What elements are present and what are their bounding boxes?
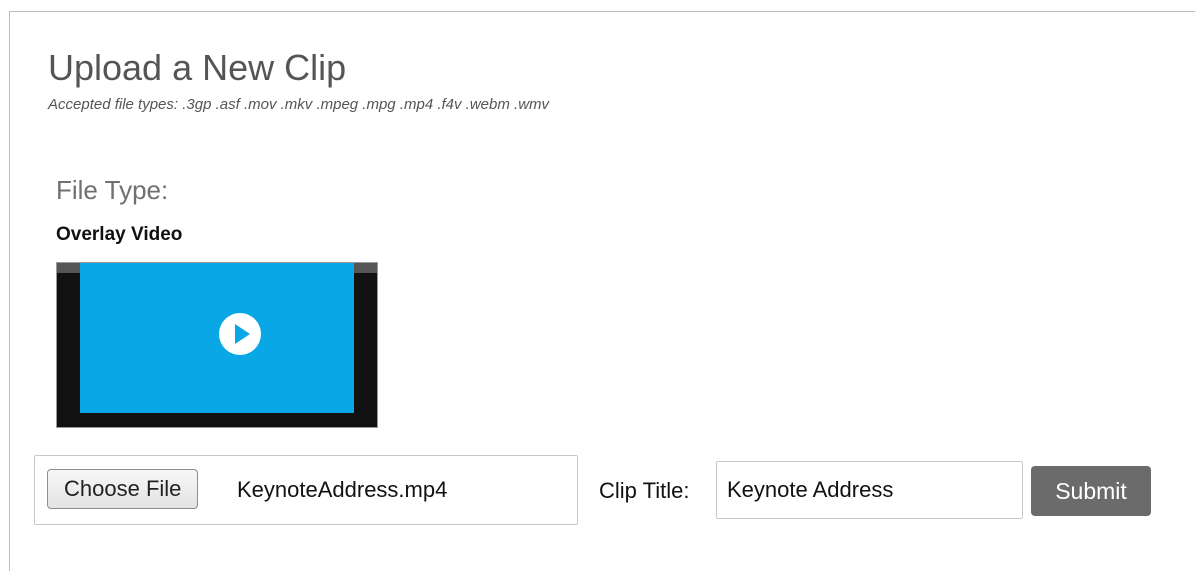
clip-title-input[interactable] — [716, 461, 1023, 519]
choose-file-button[interactable]: Choose File — [47, 469, 199, 509]
clip-title-label: Clip Title: — [599, 478, 690, 503]
play-icon — [219, 313, 261, 355]
submit-button[interactable]: Submit — [1031, 466, 1151, 516]
chosen-file-name: KeynoteAddress.mp4 — [237, 477, 448, 502]
file-type-name: Overlay Video — [56, 224, 183, 245]
file-type-label: File Type: — [56, 175, 169, 205]
overlay-video-thumbnail[interactable] — [56, 262, 378, 428]
accepted-file-types: Accepted file types: .3gp .asf .mov .mkv… — [48, 96, 550, 113]
page-title: Upload a New Clip — [48, 47, 347, 88]
file-upload-box: Choose File KeynoteAddress.mp4 — [34, 455, 578, 525]
thumbnail-screen — [80, 263, 354, 413]
